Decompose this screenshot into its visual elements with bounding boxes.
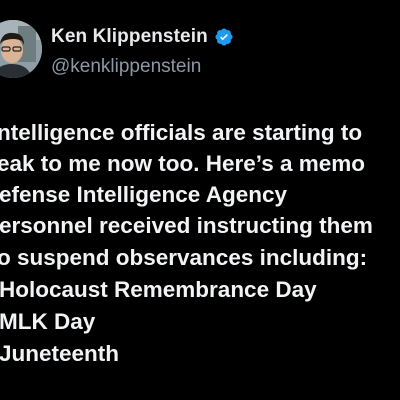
- display-name-row: Ken Klippenstein: [51, 26, 234, 48]
- tweet-line: o suspend observances including:: [0, 245, 368, 270]
- tweet-line: Juneteenth: [0, 341, 120, 366]
- tweet-line: MLK Day: [0, 309, 96, 334]
- tweet-line: ntelligence officials are starting to: [0, 120, 363, 145]
- avatar[interactable]: [0, 20, 42, 78]
- tweet-line: efense Intelligence Agency: [0, 182, 288, 207]
- tweet-header: Ken Klippenstein @kenklippenstein: [0, 0, 400, 100]
- verified-badge-icon: [214, 27, 234, 47]
- tweet-line: Holocaust Remembrance Day: [0, 277, 317, 302]
- display-name[interactable]: Ken Klippenstein: [51, 26, 208, 48]
- tweet-line: ersonnel received instructing them: [0, 213, 373, 238]
- tweet-text: ntelligence officials are starting to ea…: [0, 118, 400, 400]
- tweet-line: eak to me now too. Here’s a memo: [0, 151, 366, 176]
- handle[interactable]: @kenklippenstein: [51, 56, 201, 78]
